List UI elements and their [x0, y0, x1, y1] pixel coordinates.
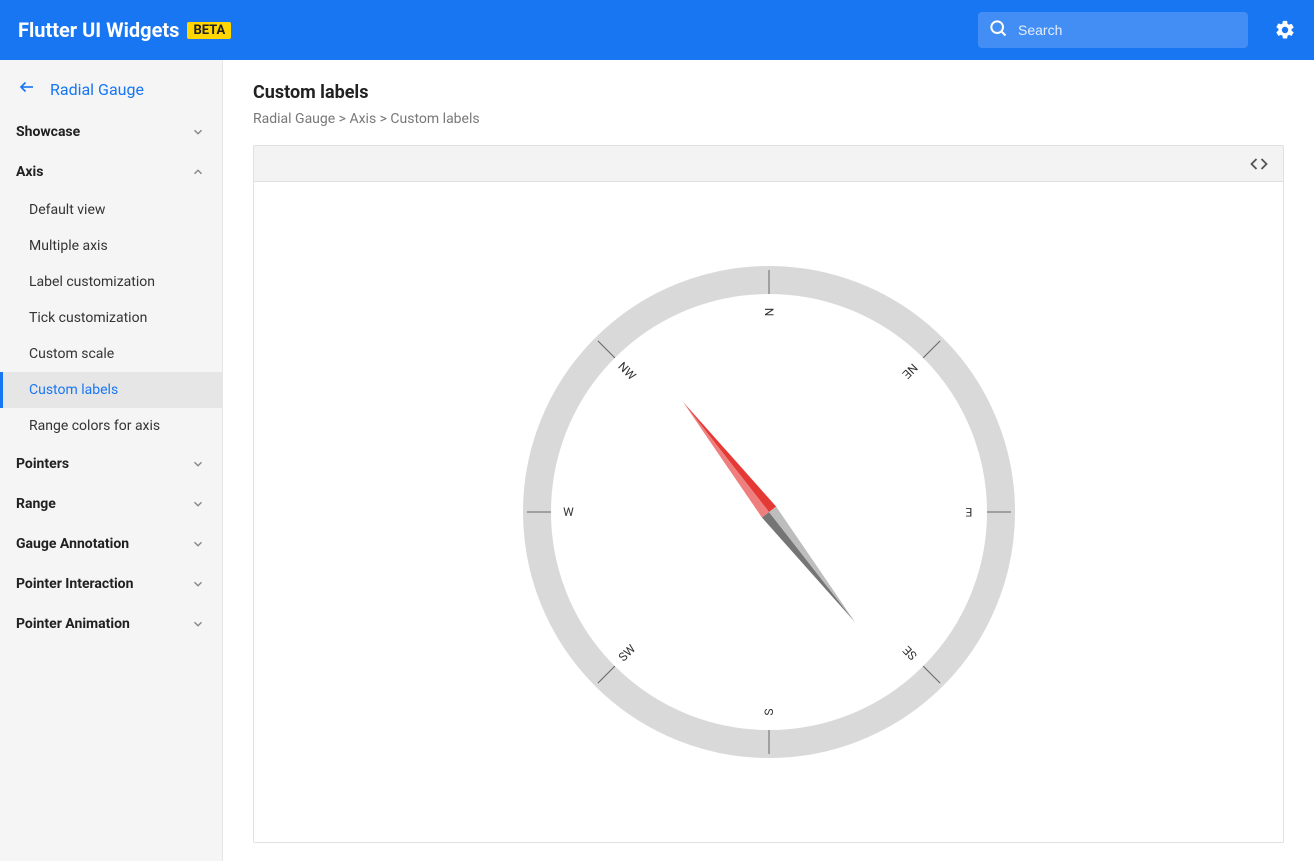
gauge-label-s: S — [762, 708, 776, 715]
sidebar-item-multiple-axis[interactable]: Multiple axis — [0, 228, 222, 264]
page-title: Custom labels — [253, 82, 1284, 103]
sidebar-group-label: Pointer Animation — [16, 616, 130, 632]
sidebar: Radial Gauge Showcase Axis Default viewMul… — [0, 60, 223, 861]
sidebar-group-label: Showcase — [16, 124, 80, 140]
sidebar-back[interactable]: Radial Gauge — [0, 60, 222, 112]
gauge-label-n: N — [762, 308, 776, 317]
beta-badge: BETA — [187, 22, 231, 39]
main-content: Custom labels Radial Gauge > Axis > Cust… — [223, 60, 1314, 861]
search-icon — [988, 18, 1008, 42]
sidebar-group-pointer-animation[interactable]: Pointer Animation — [0, 604, 222, 644]
brand-text: Flutter UI Widgets — [18, 18, 179, 42]
sidebar-group-label: Pointers — [16, 456, 69, 472]
settings-button[interactable] — [1274, 19, 1296, 41]
sidebar-group-label: Pointer Interaction — [16, 576, 133, 592]
sidebar-group-pointer-interaction[interactable]: Pointer Interaction — [0, 564, 222, 604]
sidebar-item-range-colors-for-axis[interactable]: Range colors for axis — [0, 408, 222, 444]
sidebar-item-default-view[interactable]: Default view — [0, 192, 222, 228]
sidebar-group-label: Gauge Annotation — [16, 536, 129, 552]
card-header — [254, 146, 1283, 182]
demo-card: NNEESESSWWNW — [253, 145, 1284, 843]
search-box[interactable] — [978, 12, 1248, 48]
gauge-label-e: E — [965, 505, 972, 519]
sidebar-item-tick-customization[interactable]: Tick customization — [0, 300, 222, 336]
sidebar-item-label-customization[interactable]: Label customization — [0, 264, 222, 300]
gauge-label-w: W — [563, 505, 574, 519]
code-toggle-button[interactable] — [1249, 154, 1269, 174]
sidebar-item-custom-scale[interactable]: Custom scale — [0, 336, 222, 372]
chevron-down-icon — [190, 576, 206, 592]
sidebar-item-custom-labels[interactable]: Custom labels — [0, 372, 222, 408]
sidebar-back-label: Radial Gauge — [50, 80, 144, 99]
sidebar-group-gauge-annotation[interactable]: Gauge Annotation — [0, 524, 222, 564]
sidebar-group-pointers[interactable]: Pointers — [0, 444, 222, 484]
arrow-left-icon — [18, 78, 36, 100]
chevron-down-icon — [190, 456, 206, 472]
sidebar-group-showcase[interactable]: Showcase — [0, 112, 222, 152]
chevron-down-icon — [190, 124, 206, 140]
brand: Flutter UI Widgets BETA — [18, 18, 231, 42]
chevron-down-icon — [190, 496, 206, 512]
sidebar-group-label: Axis — [16, 164, 43, 180]
radial-gauge: NNEESESSWWNW — [519, 262, 1019, 762]
sidebar-group-label: Range — [16, 496, 56, 512]
chevron-up-icon — [190, 164, 206, 180]
sidebar-group-axis[interactable]: Axis — [0, 152, 222, 192]
chevron-down-icon — [190, 536, 206, 552]
app-header: Flutter UI Widgets BETA — [0, 0, 1314, 60]
search-input[interactable] — [1018, 22, 1238, 38]
sidebar-group-range[interactable]: Range — [0, 484, 222, 524]
chevron-down-icon — [190, 616, 206, 632]
breadcrumb: Radial Gauge > Axis > Custom labels — [253, 111, 1284, 127]
